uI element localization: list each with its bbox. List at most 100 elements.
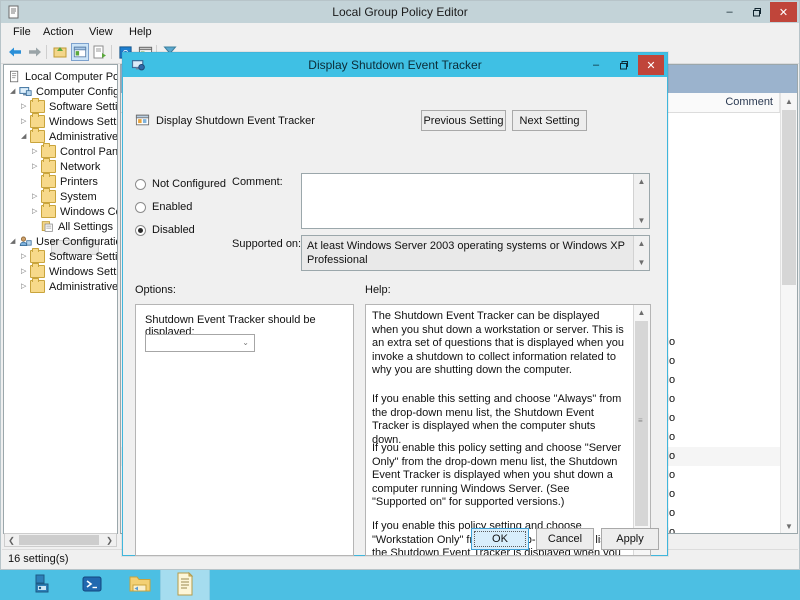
tree-twisty-collapsed[interactable]: ▷ (32, 192, 41, 201)
group-policy-editor-icon (175, 571, 195, 599)
scroll-down-icon[interactable]: ▼ (781, 518, 797, 533)
menu-file[interactable]: File (7, 25, 37, 40)
tree-item-network[interactable]: Network (41, 158, 100, 174)
options-panel: Shutdown Event Tracker should be display… (135, 304, 354, 556)
taskbar-powershell[interactable] (68, 570, 116, 600)
export-list-icon[interactable] (91, 43, 109, 61)
tree-item-administrative-templates[interactable]: Administrative Templates (30, 278, 118, 294)
policy-icon (8, 70, 21, 83)
previous-setting-button[interactable]: Previous Setting (421, 110, 506, 131)
tree-item-label: Control Panel (60, 145, 118, 158)
dialog-title-bar[interactable]: Display Shutdown Event Tracker – ✕ (123, 53, 667, 77)
window-title-bar[interactable]: Local Group Policy Editor – ✕ (1, 1, 799, 23)
scroll-up-icon[interactable]: ▲ (634, 236, 649, 251)
menu-view[interactable]: View (83, 25, 119, 40)
tree-item-label: Administrative Templates (49, 280, 118, 293)
tree-item-system[interactable]: System (41, 188, 97, 204)
next-setting-button[interactable]: Next Setting (512, 110, 587, 131)
tree-item-label: System (60, 190, 97, 203)
minimize-icon[interactable]: – (716, 2, 743, 22)
scroll-left-icon[interactable]: ❮ (5, 534, 18, 546)
tree-item-user-configuration[interactable]: User Configuration (19, 234, 117, 249)
tree-twisty-collapsed[interactable]: ▷ (21, 117, 30, 126)
tree-item-local-computer-policy[interactable]: Local Computer Policy (8, 69, 117, 84)
comment-textarea[interactable]: ▲ ▼ (301, 173, 650, 229)
up-folder-icon[interactable] (51, 43, 69, 61)
tree-twisty-collapsed[interactable]: ▷ (32, 147, 41, 156)
tree-item-software-settings[interactable]: Software Settings (30, 98, 118, 114)
tree-item-control-panel[interactable]: Control Panel (41, 143, 118, 159)
list-vertical-scrollbar[interactable]: ▲ ▼ (780, 93, 797, 533)
scrollbar-thumb[interactable] (19, 535, 99, 545)
console-tree-pane[interactable]: Local Computer Policy ◢ Computer Configura… (3, 64, 118, 534)
menu-help[interactable]: Help (123, 25, 158, 40)
tree-item-label: Software Settings (49, 100, 118, 113)
taskbar-file-explorer[interactable] (116, 570, 164, 600)
folder-icon (30, 128, 45, 143)
tree-twisty-expanded[interactable]: ◢ (10, 87, 19, 96)
scroll-up-icon[interactable]: ▲ (781, 93, 797, 109)
tree-item-label: Windows Settings (49, 115, 117, 128)
tree-item-windows-settings[interactable]: Windows Settings (30, 113, 117, 129)
tree-twisty-expanded[interactable]: ◢ (10, 237, 19, 246)
tree-item-software-settings[interactable]: Software Settings (30, 248, 117, 264)
dialog-minimize-icon[interactable]: – (583, 55, 609, 75)
tree-twisty-collapsed[interactable]: ▷ (21, 267, 30, 276)
shutdown-tracker-dropdown[interactable]: ⌄ (145, 334, 255, 352)
tree-twisty-collapsed[interactable]: ▷ (21, 252, 30, 261)
folder-icon (30, 113, 45, 128)
user-icon (19, 235, 32, 248)
column-comment[interactable]: Comment (661, 93, 780, 112)
radio-enabled[interactable]: Enabled (135, 201, 192, 213)
tree-item-administrative-templates[interactable]: Administrative Templates (30, 128, 117, 144)
tree-item-computer-configuration[interactable]: Computer Configuration (19, 84, 117, 99)
tree-twisty-collapsed[interactable]: ▷ (21, 102, 30, 111)
tree-twisty-collapsed[interactable]: ▷ (32, 162, 41, 171)
cancel-button[interactable]: Cancel (536, 528, 594, 550)
ok-button[interactable]: OK (471, 528, 529, 550)
setting-header-text: Display Shutdown Event Tracker (156, 115, 315, 127)
tree-twisty-collapsed[interactable]: ▷ (21, 282, 30, 291)
tree-twisty-collapsed[interactable]: ▷ (32, 207, 41, 216)
focus-ring (474, 531, 526, 547)
tree-item-windows-settings[interactable]: Windows Settings (30, 263, 117, 279)
scroll-down-icon[interactable]: ▼ (634, 213, 649, 228)
restore-icon[interactable] (743, 2, 770, 22)
radio-not-configured[interactable]: Not Configured (135, 178, 226, 190)
close-icon[interactable]: ✕ (770, 2, 797, 22)
setting-header-icon (135, 113, 150, 127)
folder-icon (30, 263, 45, 278)
chevron-down-icon: ⌄ (242, 338, 249, 347)
tree-horizontal-scrollbar[interactable]: ❮ ❯ (4, 533, 117, 547)
forward-arrow-icon[interactable] (26, 43, 44, 61)
taskbar-group-policy-editor[interactable] (160, 570, 210, 600)
scrollbar-thumb[interactable] (782, 110, 796, 285)
tree-twisty-expanded[interactable]: ◢ (21, 132, 30, 141)
tree-item-all-settings[interactable]: All Settings (41, 219, 113, 234)
supported-on-textarea[interactable]: At least Windows Server 2003 operating s… (301, 235, 650, 271)
menu-action[interactable]: Action (37, 25, 80, 40)
back-arrow-icon[interactable] (6, 43, 24, 61)
scroll-down-icon[interactable]: ▼ (634, 255, 649, 270)
server-manager-icon (33, 573, 55, 598)
all-settings-icon (41, 220, 54, 233)
window-title: Local Group Policy Editor (332, 5, 468, 19)
dialog-close-icon[interactable]: ✕ (638, 55, 664, 75)
comment-scrollbar[interactable]: ▲ ▼ (633, 174, 649, 228)
tree-item-windows-components[interactable]: Windows Components (41, 203, 117, 219)
dialog-restore-icon[interactable] (610, 55, 636, 75)
scroll-right-icon[interactable]: ❯ (103, 534, 116, 546)
apply-button[interactable]: Apply (601, 528, 659, 550)
previous-setting-label: Previous Setting (423, 114, 504, 127)
comment-label: Comment: (232, 176, 283, 188)
taskbar-server-manager[interactable] (20, 570, 68, 600)
tree-item-printers[interactable]: Printers (41, 173, 98, 189)
help-panel[interactable]: The Shutdown Event Tracker can be displa… (365, 304, 651, 556)
scroll-up-icon[interactable]: ▲ (634, 305, 649, 320)
help-scrollbar[interactable]: ▲ ≡ ▼ (633, 305, 650, 555)
properties-icon[interactable] (71, 43, 89, 61)
supported-on-scrollbar[interactable]: ▲ ▼ (633, 236, 649, 270)
supported-on-value: At least Windows Server 2003 operating s… (307, 240, 625, 266)
scroll-up-icon[interactable]: ▲ (634, 174, 649, 189)
radio-disabled[interactable]: Disabled (135, 224, 195, 236)
